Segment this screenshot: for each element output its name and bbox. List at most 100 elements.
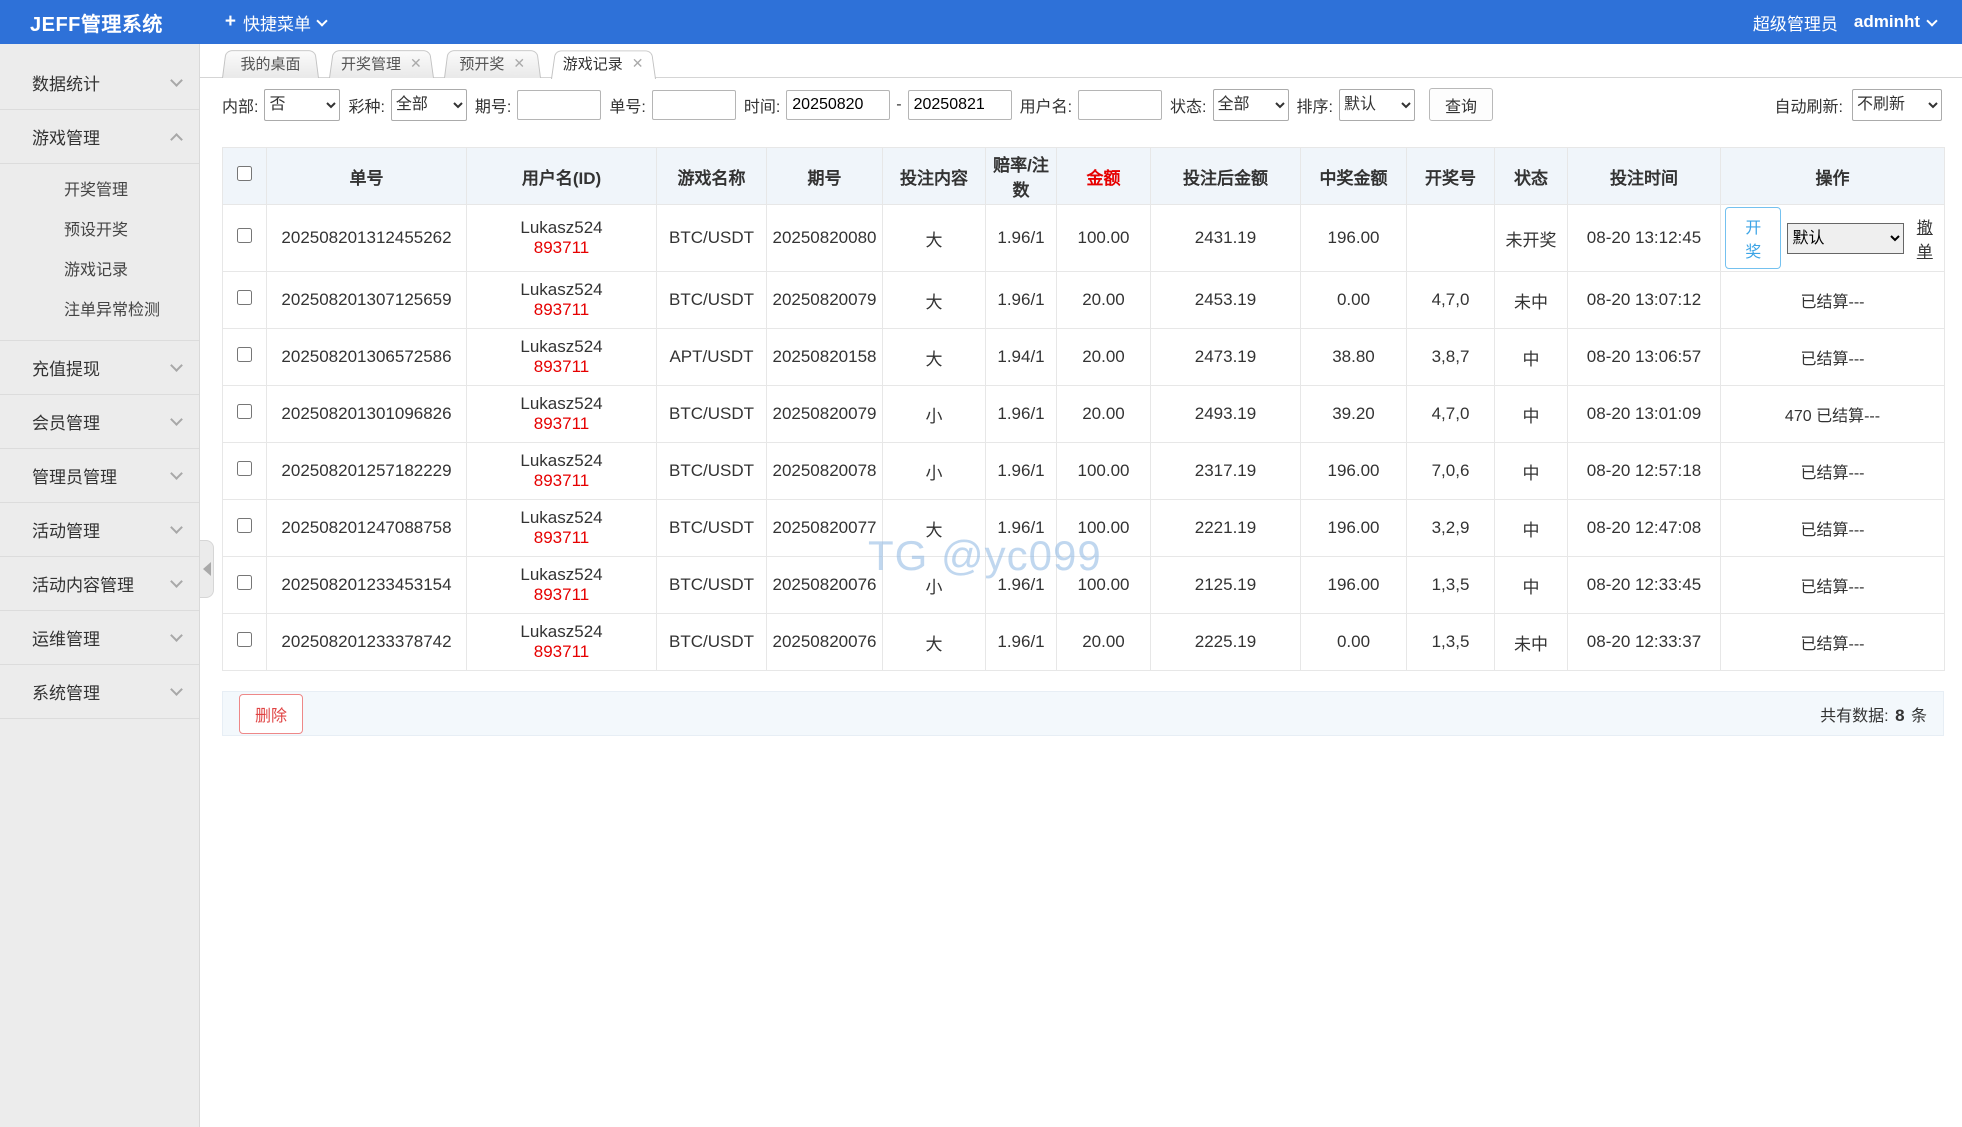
filter-lottery: 彩种: 全部 xyxy=(348,88,467,121)
auto-refresh-select[interactable]: 不刷新 xyxy=(1852,88,1942,121)
settled-status-text: 470 已结算--- xyxy=(1784,408,1881,425)
filter-lottery-select[interactable]: 全部 xyxy=(390,88,467,121)
sidebar-item-3[interactable]: 充值提现 xyxy=(0,341,199,395)
query-button[interactable]: 查询 xyxy=(1428,88,1493,121)
sidebar-item-7[interactable]: 活动内容管理 xyxy=(0,557,199,611)
tab-label: 预开奖 xyxy=(459,55,505,73)
tab-3[interactable]: 预开奖 ✕ xyxy=(444,48,541,78)
settled-status-text: 已结算--- xyxy=(1800,522,1865,539)
cell-order-number: 202508201306572586 xyxy=(266,328,467,386)
filter-order-input[interactable] xyxy=(651,89,736,120)
cell-game-name: BTC/USDT xyxy=(656,613,767,671)
sidebar-item-2[interactable]: 游戏管理 xyxy=(0,110,199,164)
cell-after-amount: 2221.19 xyxy=(1150,499,1301,557)
row-checkbox[interactable] xyxy=(237,347,252,362)
filter-sort-select[interactable]: 默认 xyxy=(1338,88,1415,121)
cell-after-amount: 2453.19 xyxy=(1150,271,1301,329)
sidebar-item-4[interactable]: 会员管理 xyxy=(0,395,199,449)
cell-bet-content: 大 xyxy=(882,328,986,386)
sidebar-item-8[interactable]: 运维管理 xyxy=(0,611,199,665)
quick-menu-label: 快捷菜单 xyxy=(243,14,312,34)
filter-internal-select[interactable]: 否 xyxy=(264,88,341,121)
cell-username: Lukasz524 xyxy=(520,280,603,299)
cell-user: Lukasz524 893711 xyxy=(466,271,657,329)
row-checkbox-cell xyxy=(222,442,267,500)
close-icon[interactable]: ✕ xyxy=(410,56,422,70)
sidebar-subitem-2[interactable]: 预设开奖 xyxy=(0,208,199,248)
cell-user-id: 893711 xyxy=(533,642,590,661)
close-icon[interactable]: ✕ xyxy=(513,56,525,70)
sidebar-collapse-handle[interactable] xyxy=(200,540,214,598)
cell-bet-time: 08-20 12:33:37 xyxy=(1567,613,1721,671)
total-label: 共有数据: xyxy=(1820,707,1889,725)
sidebar-item-9[interactable]: 系统管理 xyxy=(0,665,199,719)
tab-4[interactable]: 游戏记录 ✕ xyxy=(551,48,656,78)
filter-username-input[interactable] xyxy=(1078,89,1163,120)
cell-order-number: 202508201257182229 xyxy=(266,442,467,500)
sidebar-item-5[interactable]: 管理员管理 xyxy=(0,449,199,503)
cell-status: 中 xyxy=(1494,556,1568,614)
column-header: 赔率/注数 xyxy=(985,147,1057,205)
row-checkbox[interactable] xyxy=(237,518,252,533)
topbar-right: 超级管理员 adminht xyxy=(1753,10,1938,35)
filter-order-label: 单号: xyxy=(609,98,646,116)
delete-button[interactable]: 删除 xyxy=(239,693,304,734)
cell-draw-number: 1,3,5 xyxy=(1406,556,1495,614)
sidebar-subitem-3[interactable]: 游戏记录 xyxy=(0,248,199,288)
filter-time-from-input[interactable] xyxy=(786,89,891,120)
filter-period-input[interactable] xyxy=(517,89,602,120)
collapse-arrow-icon xyxy=(202,562,211,576)
sidebar-item-1[interactable]: 数据统计 xyxy=(0,56,199,110)
cell-status: 未中 xyxy=(1494,613,1568,671)
quick-menu-button[interactable]: + 快捷菜单 xyxy=(225,10,328,35)
cell-status: 中 xyxy=(1494,328,1568,386)
row-checkbox[interactable] xyxy=(237,404,252,419)
row-checkbox[interactable] xyxy=(237,461,252,476)
filter-sort: 排序: 默认 xyxy=(1297,88,1415,121)
cell-win-amount: 39.20 xyxy=(1300,385,1407,443)
row-checkbox-cell xyxy=(222,613,267,671)
cell-order-number: 202508201301096826 xyxy=(266,385,467,443)
sidebar-item-label: 活动管理 xyxy=(32,522,100,541)
draw-preset-select[interactable]: 默认 xyxy=(1787,222,1904,254)
cell-order-number: 202508201312455262 xyxy=(266,204,467,272)
total-unit: 条 xyxy=(1910,707,1927,725)
sidebar-item-6[interactable]: 活动管理 xyxy=(0,503,199,557)
cell-username: Lukasz524 xyxy=(520,622,603,641)
column-header: 操作 xyxy=(1720,147,1945,205)
tab-1[interactable]: 我的桌面 xyxy=(222,48,319,78)
user-menu-button[interactable]: adminht xyxy=(1854,12,1938,32)
cell-username: Lukasz524 xyxy=(520,218,603,237)
table-footer: 删除 共有数据: 8 条 xyxy=(222,691,1944,736)
row-checkbox-cell xyxy=(222,385,267,443)
cell-after-amount: 2225.19 xyxy=(1150,613,1301,671)
open-draw-button[interactable]: 开奖 xyxy=(1725,207,1782,269)
sidebar-subitem-4[interactable]: 注单异常检测 xyxy=(0,288,199,328)
filter-time-to-input[interactable] xyxy=(907,89,1012,120)
chevron-down-icon xyxy=(170,574,183,588)
total-count-text: 共有数据: 8 条 xyxy=(1820,702,1927,726)
filter-status-select[interactable]: 全部 xyxy=(1212,88,1289,121)
close-icon[interactable]: ✕ xyxy=(632,56,644,70)
cell-bet-time: 08-20 12:47:08 xyxy=(1567,499,1721,557)
sidebar-subitem-1[interactable]: 开奖管理 xyxy=(0,168,199,208)
cell-user-id: 893711 xyxy=(533,357,590,376)
cell-game-name: BTC/USDT xyxy=(656,385,767,443)
cell-username: Lukasz524 xyxy=(520,508,603,527)
sidebar-item-label: 充值提现 xyxy=(32,360,100,379)
cell-odds: 1.96/1 xyxy=(985,271,1057,329)
cancel-order-link[interactable]: 撤单 xyxy=(1910,214,1940,262)
row-checkbox[interactable] xyxy=(237,575,252,590)
chevron-down-icon xyxy=(170,412,183,426)
table-header-row: 单号 用户名(ID) 游戏名称 期号 投注内容 赔率/注数 金额 投注后金额 中奖金额 开奖号 状态… xyxy=(222,147,1945,205)
cell-user-id: 893711 xyxy=(533,300,590,319)
row-checkbox[interactable] xyxy=(237,290,252,305)
tab-2[interactable]: 开奖管理 ✕ xyxy=(329,48,434,78)
row-checkbox[interactable] xyxy=(237,632,252,647)
filter-time-range: 时间: - xyxy=(744,89,1012,120)
row-checkbox[interactable] xyxy=(237,228,252,243)
sidebar-item-label: 活动内容管理 xyxy=(32,576,134,595)
select-all-checkbox[interactable] xyxy=(237,166,252,181)
filter-period-label: 期号: xyxy=(474,98,512,116)
column-header: 期号 xyxy=(766,147,883,205)
